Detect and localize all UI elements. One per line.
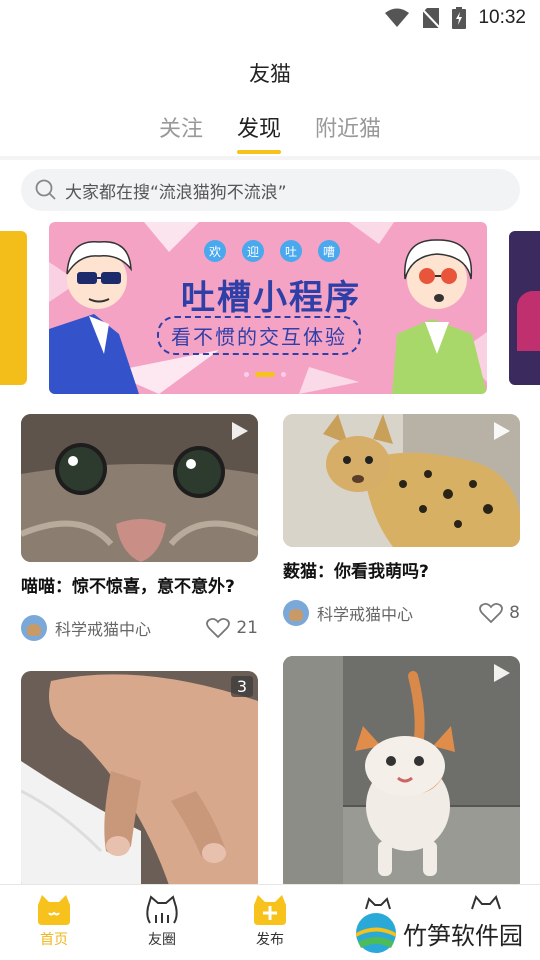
card-thumbnail[interactable]: 3 <box>21 671 258 891</box>
card-meta: 科学戒猫中心 21 <box>21 615 258 641</box>
badge-char: 吐 <box>280 240 302 262</box>
author-name[interactable]: 科学戒猫中心 <box>55 616 206 640</box>
like-count: 8 <box>509 603 520 623</box>
carousel-indicator <box>244 372 286 377</box>
hand-on-fur-image <box>21 671 258 891</box>
image-count-badge: 3 <box>230 676 253 697</box>
serval-image <box>283 414 520 547</box>
feed-card[interactable]: 薮猫：你看我萌吗? 科学戒猫中心 8 <box>283 414 520 626</box>
nav-friends-label: 友圈 <box>148 932 176 948</box>
card-caption: 薮猫：你看我萌吗? <box>283 562 429 582</box>
card-thumbnail[interactable] <box>283 656 520 891</box>
nav-friends[interactable]: 友圈 <box>108 885 216 960</box>
badge-char: 欢 <box>204 240 226 262</box>
card-thumbnail[interactable] <box>21 414 258 562</box>
banner-welcome-badges: 欢 迎 吐 嘈 <box>204 240 340 262</box>
heart-icon <box>206 617 231 639</box>
nav-home[interactable]: 首页 <box>0 885 108 960</box>
tab-nearby-cats[interactable]: 附近猫 <box>315 112 381 156</box>
feed-card[interactable]: 喵喵：惊不惊喜，意不意外? 科学戒猫中心 21 <box>21 414 258 641</box>
banner-next-peek[interactable] <box>509 231 540 385</box>
like-count: 21 <box>236 618 258 638</box>
clock: 10:32 <box>478 7 526 28</box>
orange-kitten-image <box>283 656 520 891</box>
like-button[interactable]: 8 <box>479 602 520 624</box>
tabs-divider <box>0 156 540 160</box>
search-input[interactable]: 大家都在搜“流浪猫狗不流浪” <box>21 169 520 211</box>
card-thumbnail[interactable] <box>283 414 520 547</box>
play-icon <box>232 422 248 440</box>
nav-publish-label: 发布 <box>256 932 284 948</box>
carousel-dot-active <box>255 372 275 377</box>
tab-bar: 关注 发现 附近猫 <box>0 112 540 156</box>
author-name[interactable]: 科学戒猫中心 <box>317 601 479 625</box>
heart-icon <box>479 602 504 624</box>
search-placeholder: 大家都在搜“流浪猫狗不流浪” <box>65 182 287 203</box>
app-title: 友猫 <box>249 62 291 86</box>
carousel-dot <box>244 372 249 377</box>
badge-char: 迎 <box>242 240 264 262</box>
publish-plus-icon <box>254 895 286 925</box>
friends-cat-icon <box>146 895 178 924</box>
tab-following[interactable]: 关注 <box>159 112 203 156</box>
carousel-dot <box>281 372 286 377</box>
feed-card[interactable] <box>283 656 520 891</box>
old-man-illustration <box>49 241 139 394</box>
status-bar: 10:32 <box>0 0 540 36</box>
banner-subtitle: 看不惯的交互体验 <box>157 316 361 355</box>
banner-prev-peek[interactable] <box>0 231 27 385</box>
home-cat-icon <box>38 895 70 925</box>
kitten-closeup-image <box>21 414 258 562</box>
wifi-icon <box>385 8 410 27</box>
avatar[interactable] <box>21 615 47 641</box>
old-woman-illustration <box>392 239 487 394</box>
tab-discover[interactable]: 发现 <box>236 112 282 156</box>
banner-slide[interactable]: 欢 迎 吐 嘈 吐槽小程序 看不惯的交互体验 <box>49 222 487 394</box>
badge-char: 嘈 <box>318 240 340 262</box>
no-sim-icon <box>422 8 441 29</box>
card-caption: 喵喵：惊不惊喜，意不意外? <box>21 577 235 597</box>
banner-title: 吐槽小程序 <box>181 278 361 318</box>
nav-home-label: 首页 <box>40 932 68 948</box>
play-icon <box>494 422 510 440</box>
avatar[interactable] <box>283 600 309 626</box>
like-button[interactable]: 21 <box>206 617 258 639</box>
search-icon <box>35 179 56 200</box>
watermark-logo <box>356 913 396 953</box>
nav-publish[interactable]: 发布 <box>216 885 324 960</box>
card-meta: 科学戒猫中心 8 <box>283 600 520 626</box>
watermark-text: 竹笋软件园 <box>403 921 523 950</box>
watermark: 竹笋软件园 <box>355 912 523 954</box>
battery-charging-icon <box>452 7 467 29</box>
feed-card[interactable]: 3 <box>21 671 258 891</box>
play-icon <box>494 664 510 682</box>
